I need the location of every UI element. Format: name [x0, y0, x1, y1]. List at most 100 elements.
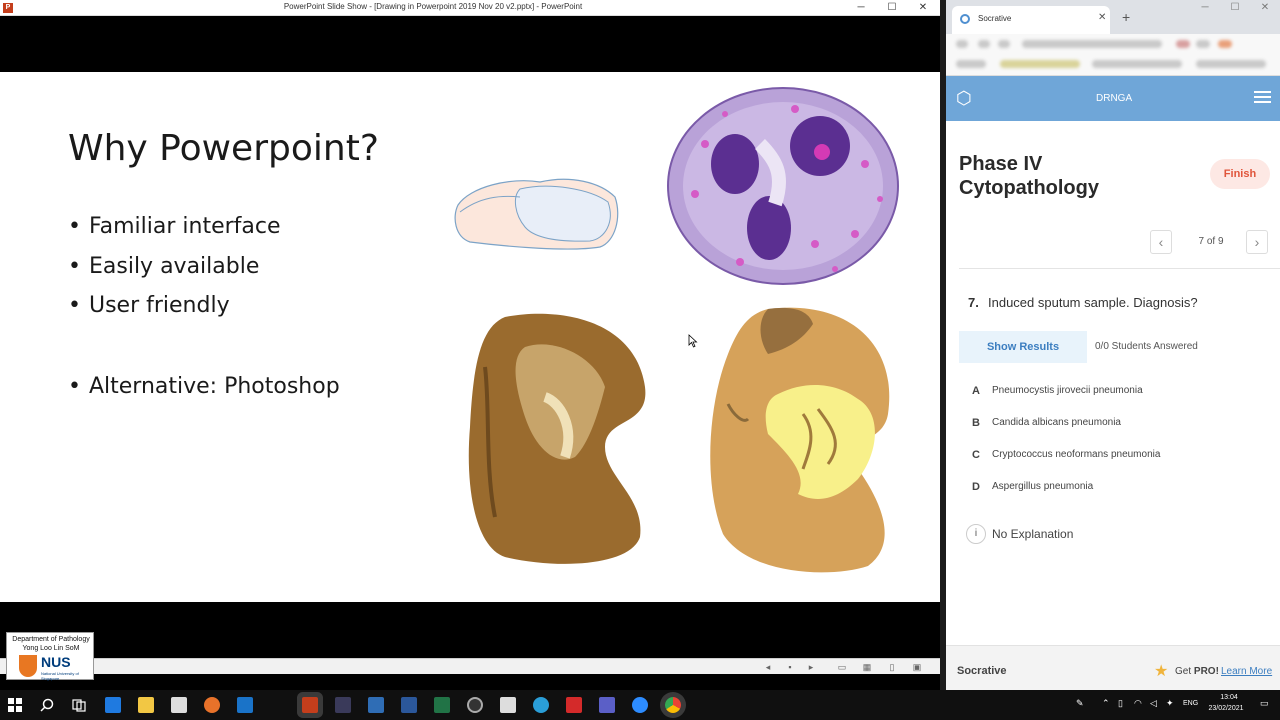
search-icon[interactable] [40, 698, 54, 712]
powerpoint-taskbar-icon[interactable] [302, 697, 318, 713]
next-question-button[interactable]: › [1246, 230, 1268, 254]
slide-menu-icon[interactable]: ▪ [785, 662, 795, 672]
teams-icon[interactable] [599, 697, 615, 713]
question-number: 7. [968, 295, 979, 310]
star-icon: ★ [1154, 663, 1169, 680]
nus-pathology-logo: Department of Pathology Yong Loo Lin SoM… [6, 632, 94, 681]
bullet-item: User friendly [68, 293, 281, 333]
option-letter: B [972, 417, 980, 429]
question-page-indicator: 7 of 9 [1198, 236, 1224, 247]
option-text: Candida albicans pneumonia [992, 417, 1121, 428]
app-icon[interactable] [335, 697, 351, 713]
clock-time[interactable]: 13:04 [1212, 694, 1246, 701]
clock-date[interactable]: 23/02/2021 [1204, 705, 1248, 712]
logo-dept-line: Department of Pathology [12, 636, 90, 643]
photos-icon[interactable] [368, 697, 384, 713]
outlook-icon[interactable] [237, 697, 253, 713]
store-icon[interactable] [171, 697, 187, 713]
firefox-icon[interactable] [204, 697, 220, 713]
windows-start-icon[interactable] [8, 698, 22, 712]
battery-icon[interactable]: ▯ [1118, 698, 1123, 709]
slide-sorter-icon[interactable]: ▦ [862, 662, 872, 672]
browser-close-button[interactable]: ✕ [1250, 0, 1280, 16]
reading-view-icon[interactable]: ▯ [887, 662, 897, 672]
socrative-hex-logo-icon[interactable]: ⬡ [956, 88, 976, 108]
learn-more-link[interactable]: Learn More [1221, 666, 1272, 677]
tab-title: Socrative [978, 14, 1012, 23]
browser-window: Socrative ✕ + ─ ☐ ✕ ⬡ DRNGA Phase IV Cyt… [946, 0, 1280, 690]
hamburger-menu-icon[interactable] [1254, 91, 1271, 103]
powerpoint-titlebar: P PowerPoint Slide Show - [Drawing in Po… [0, 0, 940, 16]
dropbox-icon[interactable]: ✦ [1166, 698, 1174, 709]
info-icon: i [966, 524, 986, 544]
zoom-icon[interactable] [632, 697, 648, 713]
language-indicator[interactable]: ENG [1183, 700, 1198, 707]
pro-label: PRO! [1193, 666, 1219, 677]
logo-school-line: Yong Loo Lin SoM [22, 645, 80, 652]
bullet-item: Easily available [68, 254, 281, 294]
option-text: Pneumocystis jirovecii pneumonia [992, 385, 1143, 396]
get-pro-label: Get [1175, 666, 1194, 677]
wifi-icon[interactable]: ◠ [1134, 698, 1142, 709]
kidney-drawing [710, 307, 890, 573]
socrative-footer: Socrative ★ Get PRO! Learn More [946, 645, 1280, 690]
quiz-title: Phase IV Cytopathology [959, 153, 1099, 199]
window-title: PowerPoint Slide Show - [Drawing in Powe… [283, 2, 583, 11]
maximize-button[interactable]: ☐ [877, 0, 907, 16]
show-results-button[interactable]: Show Results [959, 331, 1087, 363]
students-answered-count: 0/0 Students Answered [1095, 341, 1198, 352]
option-text: Cryptococcus neoformans pneumonia [992, 449, 1161, 460]
finish-button[interactable]: Finish [1210, 159, 1270, 189]
notion-icon[interactable] [500, 697, 516, 713]
slide-title: Why Powerpoint? [68, 128, 379, 169]
windows-taskbar: ✎ ⌃ ▯ ◠ ◁ ✦ ENG 13:04 23/02/2021 ▭ [0, 690, 1280, 720]
notification-icon[interactable]: ▭ [1260, 698, 1269, 709]
slide-canvas[interactable]: Why Powerpoint? Familiar interface Easil… [0, 72, 940, 602]
previous-question-button[interactable]: ‹ [1150, 230, 1172, 254]
room-name: DRNGA [1096, 93, 1133, 104]
chrome-icon[interactable] [665, 697, 681, 713]
excel-icon[interactable] [434, 697, 450, 713]
slideshow-icon[interactable]: ▣ [912, 662, 922, 672]
previous-slide-icon[interactable]: ◂ [763, 662, 773, 672]
finger-bone-illustration [454, 178, 619, 250]
nus-crest-icon [19, 655, 37, 677]
normal-view-icon[interactable]: ▭ [837, 662, 847, 672]
minimize-button[interactable]: ─ [846, 0, 876, 16]
socrative-favicon-icon [960, 14, 970, 24]
option-letter: D [972, 481, 980, 493]
new-tab-button[interactable]: + [1122, 9, 1130, 25]
get-pro-text: Get PRO! [1175, 666, 1219, 677]
acrobat-icon[interactable] [566, 697, 582, 713]
divider [959, 268, 1280, 269]
close-button[interactable]: ✕ [908, 0, 938, 16]
volume-icon[interactable]: ◁ [1150, 698, 1157, 709]
internet-explorer-icon[interactable] [533, 697, 549, 713]
tab-close-icon[interactable]: ✕ [1098, 12, 1106, 23]
question-text: Induced sputum sample. Diagnosis? [988, 295, 1198, 310]
media-icon[interactable] [467, 697, 483, 713]
task-view-icon[interactable] [72, 698, 86, 712]
browser-toolbar-blurred [946, 34, 1280, 76]
socrative-header: ⬡ DRNGA [946, 76, 1280, 121]
mouse-cursor-icon [688, 334, 698, 348]
explanation-text: No Explanation [992, 527, 1074, 541]
kidney-photo [468, 313, 646, 564]
footer-brand: Socrative [957, 665, 1007, 677]
option-text: Aspergillus pneumonia [992, 481, 1094, 492]
browser-tab-socrative[interactable]: Socrative ✕ [952, 6, 1110, 34]
bullet-item-alternative: Alternative: Photoshop [68, 374, 340, 399]
nus-brand-subtitle: National University of Singapore [41, 671, 79, 681]
word-icon[interactable] [401, 697, 417, 713]
tray-chevron-icon[interactable]: ⌃ [1102, 698, 1110, 709]
edge-icon[interactable] [105, 697, 121, 713]
powerpoint-window: P PowerPoint Slide Show - [Drawing in Po… [0, 0, 940, 690]
option-letter: C [972, 449, 980, 461]
pen-icon[interactable]: ✎ [1076, 698, 1084, 709]
next-slide-icon[interactable]: ▸ [806, 662, 816, 672]
file-explorer-icon[interactable] [138, 697, 154, 713]
nus-brand-text: NUS [41, 654, 71, 670]
browser-minimize-button[interactable]: ─ [1190, 0, 1220, 16]
browser-maximize-button[interactable]: ☐ [1220, 0, 1250, 16]
browser-tab-bar: Socrative ✕ + ─ ☐ ✕ [946, 0, 1280, 34]
